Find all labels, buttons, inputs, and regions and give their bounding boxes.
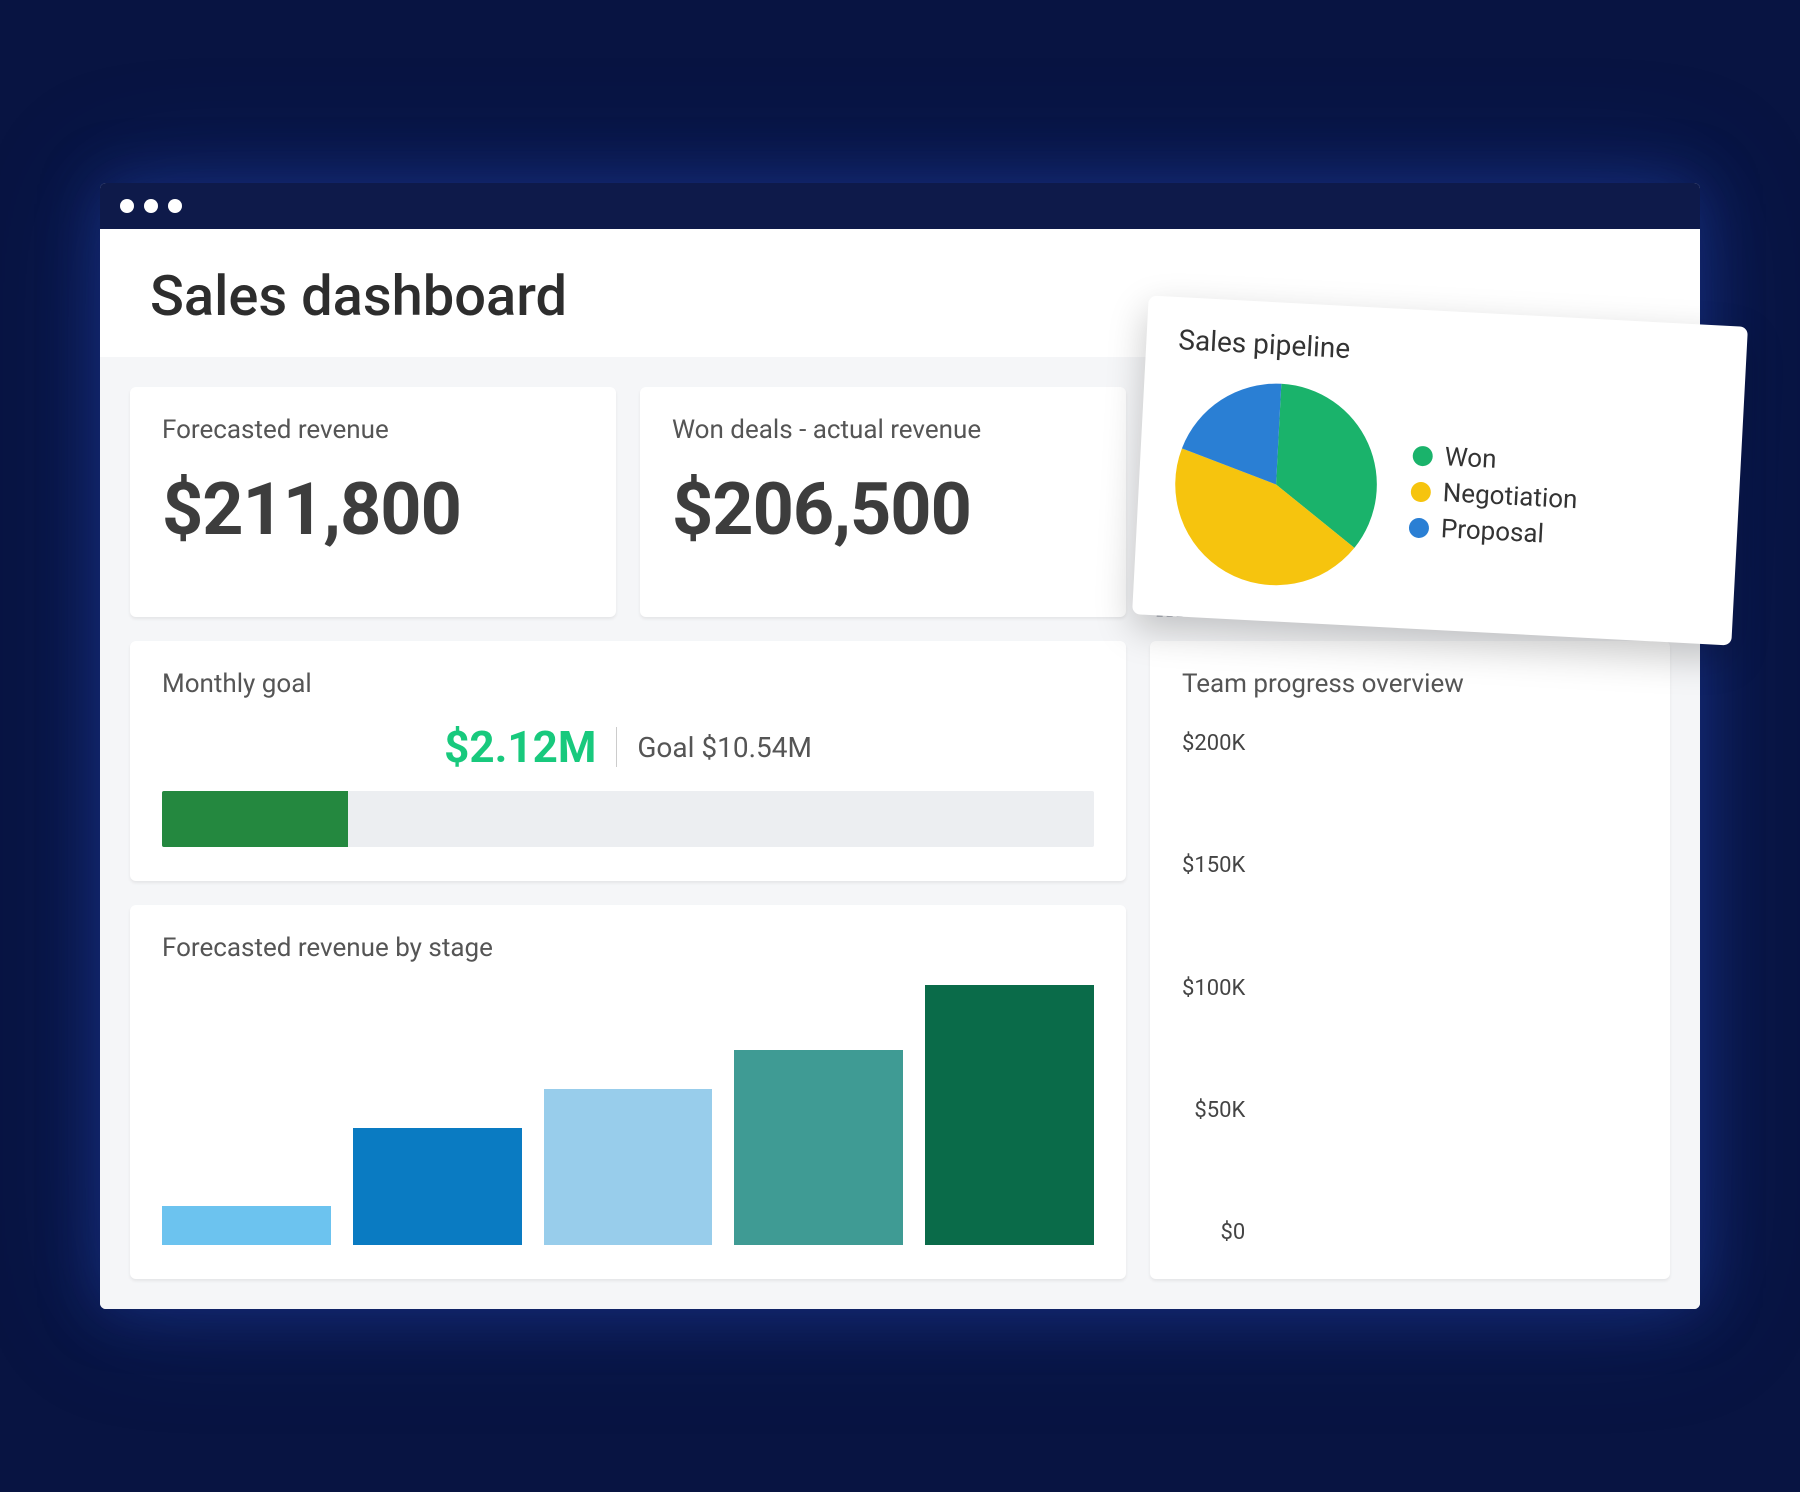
won-deals-card[interactable]: Won deals - actual revenue $206,500 [640, 387, 1126, 617]
y-tick-label: $50K [1182, 1098, 1245, 1123]
stacked-bars [1255, 731, 1638, 1251]
team-progress-chart: $200K $150K $100K $50K $0 [1182, 731, 1638, 1251]
card-label: Sales pipeline [1178, 323, 1715, 384]
window-titlebar [100, 183, 1700, 229]
card-label: Forecasted revenue by stage [162, 933, 1094, 963]
y-tick-label: $150K [1182, 853, 1245, 878]
y-tick-label: $200K [1182, 731, 1245, 756]
card-label: Won deals - actual revenue [672, 415, 1094, 445]
stage-bar [162, 1206, 331, 1245]
legend-label: Proposal [1440, 514, 1545, 549]
goal-current-value: $2.12M [444, 721, 596, 773]
team-progress-card[interactable]: Team progress overview $200K $150K $100K $5… [1150, 641, 1670, 1279]
card-label: Monthly goal [162, 669, 1094, 699]
legend-color-dot [1408, 517, 1429, 538]
goal-progress-fill [162, 791, 348, 847]
legend-label: Won [1444, 442, 1497, 475]
window-control-dot[interactable] [144, 199, 158, 213]
legend-color-dot [1410, 482, 1431, 503]
pipeline-pie-chart [1166, 374, 1387, 595]
y-tick-label: $0 [1182, 1220, 1245, 1245]
goal-summary: $2.12M Goal $10.54M [162, 721, 1094, 773]
window-control-dot[interactable] [120, 199, 134, 213]
stage-bar [544, 1089, 713, 1245]
legend-item: Proposal [1408, 512, 1576, 551]
goal-target-label: Goal $10.54M [637, 731, 812, 764]
chart-y-axis: $200K $150K $100K $50K $0 [1182, 731, 1245, 1251]
won-deals-value: $206,500 [672, 467, 1094, 552]
legend-item: Negotiation [1410, 477, 1578, 516]
stage-bar [734, 1050, 903, 1245]
monthly-goal-card[interactable]: Monthly goal $2.12M Goal $10.54M [130, 641, 1126, 881]
card-label: Forecasted revenue [162, 415, 584, 445]
goal-progress-track [162, 791, 1094, 847]
legend-label: Negotiation [1442, 478, 1578, 515]
forecasted-revenue-value: $211,800 [162, 467, 584, 552]
pipeline-legend: WonNegotiationProposal [1408, 435, 1580, 558]
card-label: Team progress overview [1182, 669, 1638, 699]
forecasted-revenue-card[interactable]: Forecasted revenue $211,800 [130, 387, 616, 617]
stage-bars [162, 985, 1094, 1245]
divider [616, 727, 617, 767]
sales-pipeline-floating-card[interactable]: Sales pipeline WonNegotiationProposal [1132, 296, 1748, 646]
legend-item: Won [1412, 441, 1580, 480]
y-tick-label: $100K [1182, 976, 1245, 1001]
app-window: Sales dashboard Forecasted revenue $211,… [100, 183, 1700, 1309]
stage-bar [925, 985, 1094, 1245]
legend-color-dot [1412, 446, 1433, 467]
stage-bar [353, 1128, 522, 1245]
dashboard-body: Forecasted revenue $211,800 Won deals - … [100, 357, 1700, 1309]
window-control-dot[interactable] [168, 199, 182, 213]
forecast-by-stage-card[interactable]: Forecasted revenue by stage [130, 905, 1126, 1279]
